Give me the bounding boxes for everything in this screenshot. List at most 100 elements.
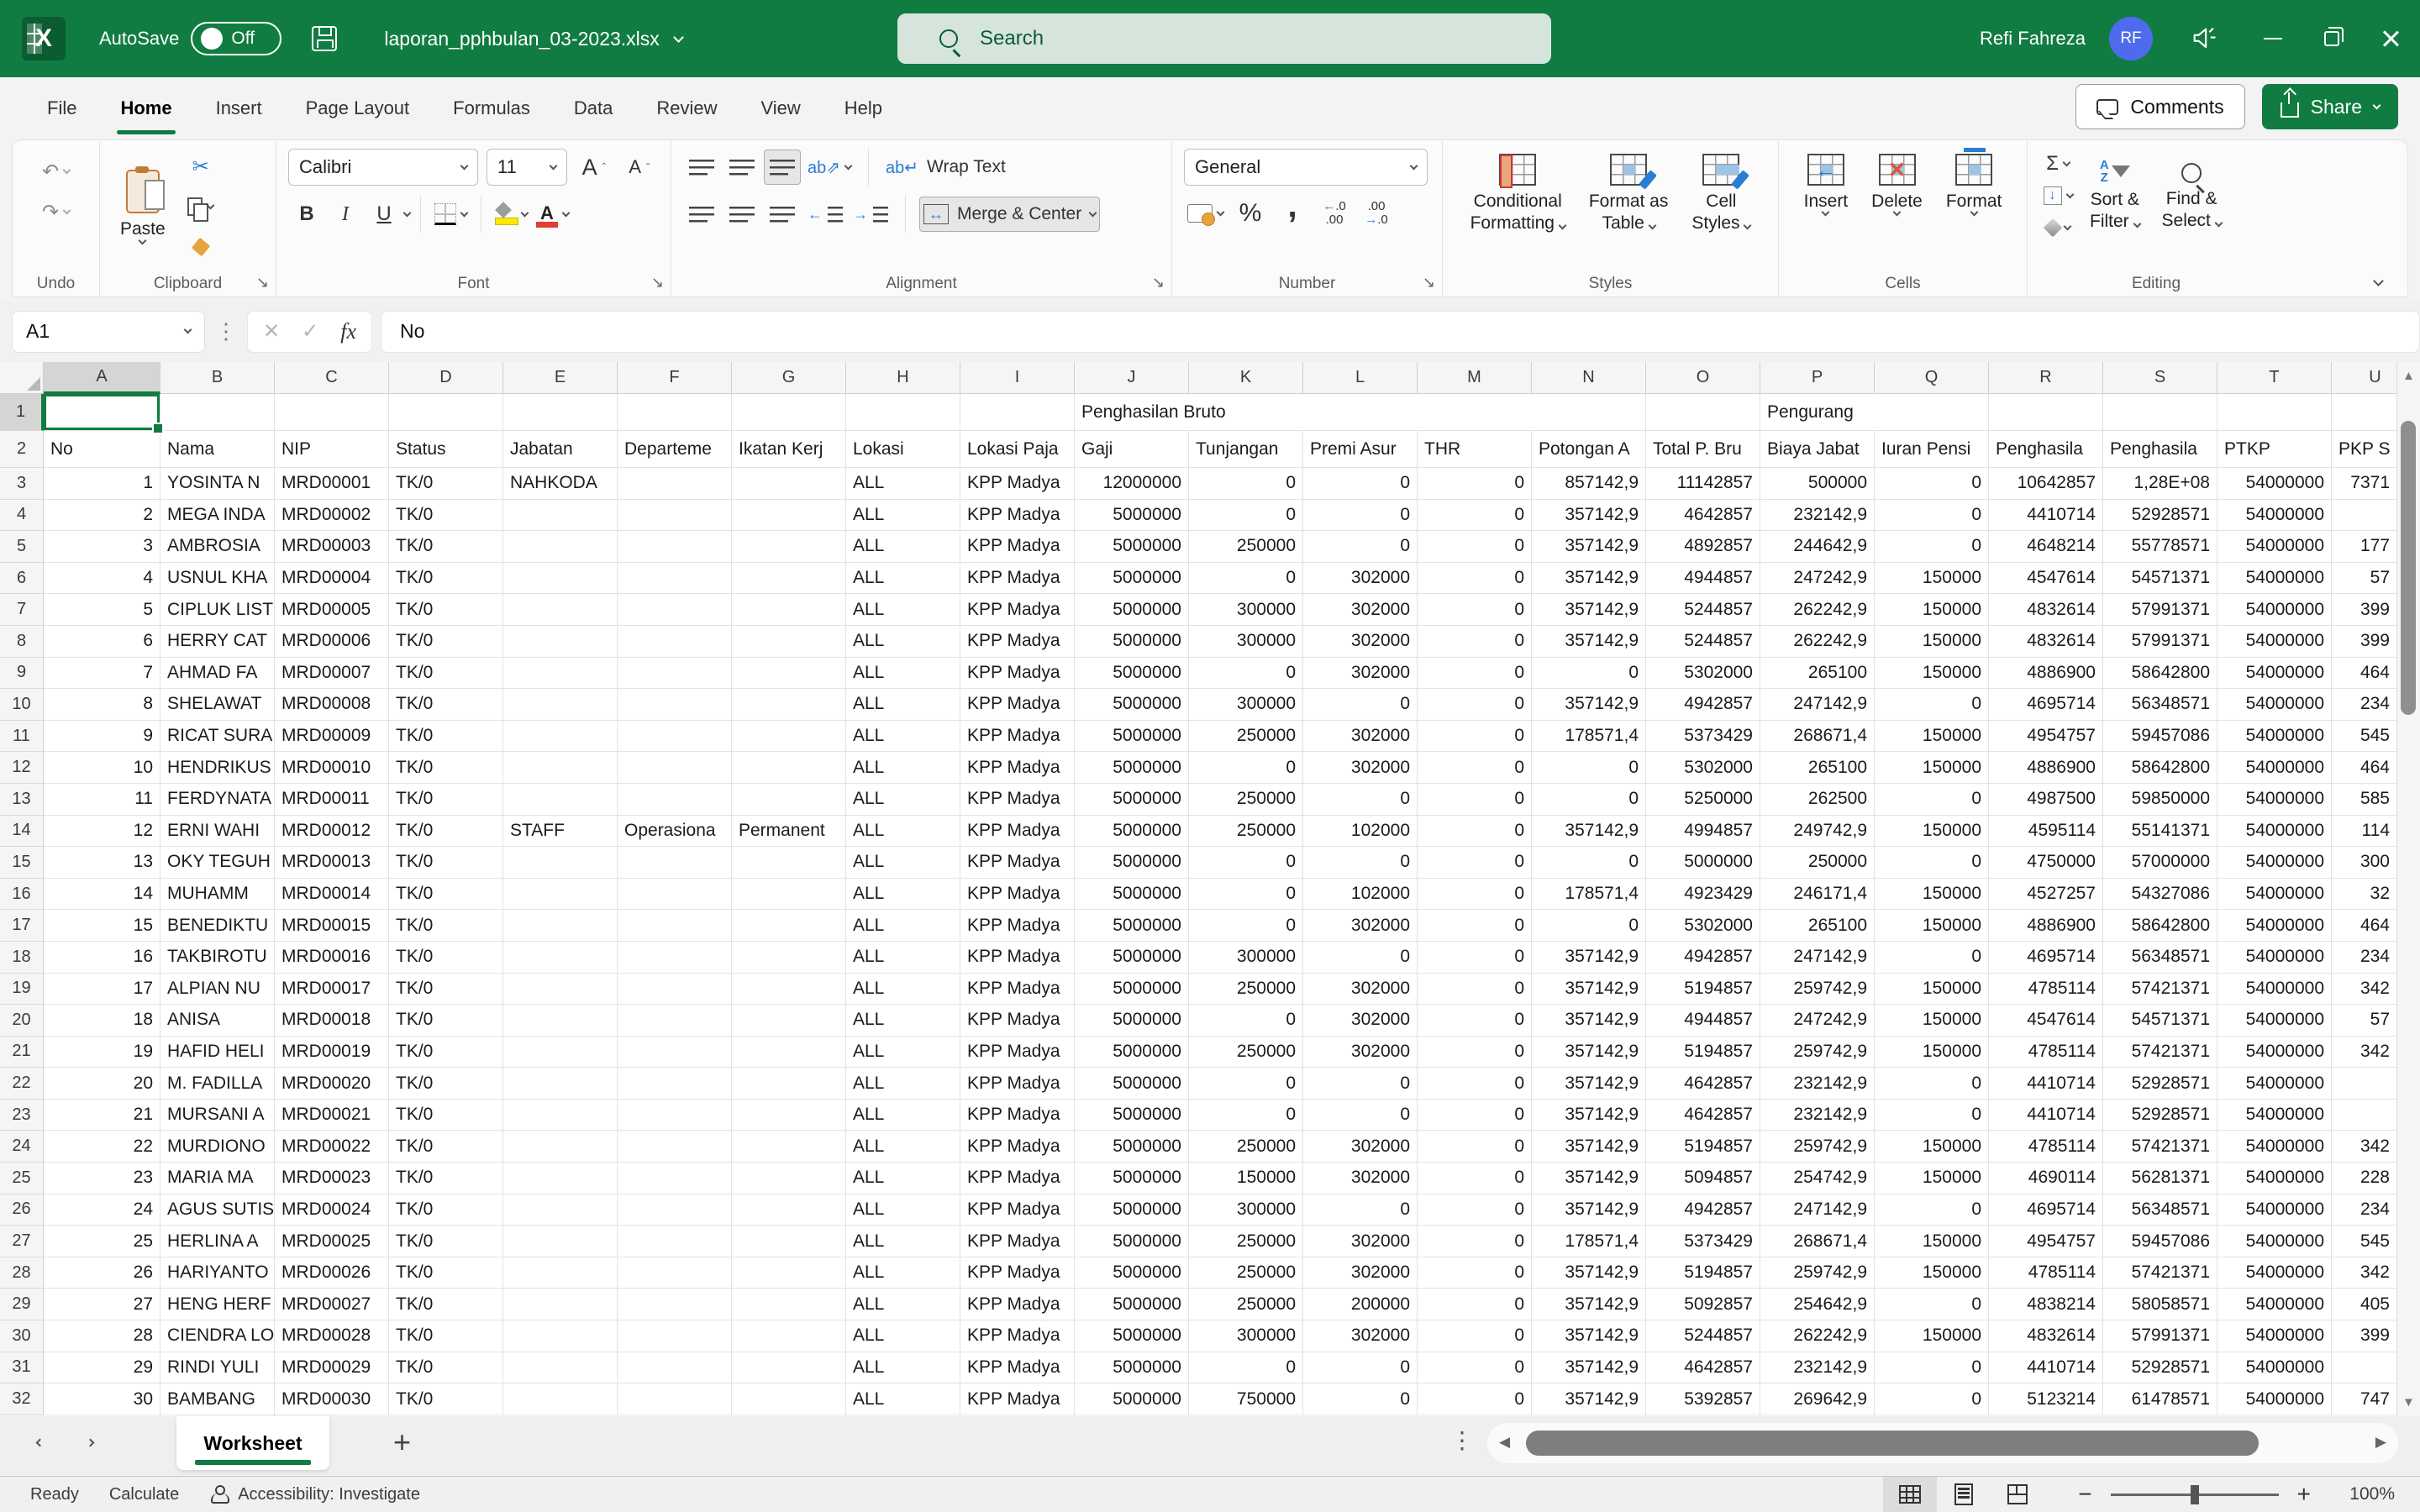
top-align-button[interactable] xyxy=(683,150,720,185)
underline-button[interactable]: U xyxy=(366,197,402,232)
fill-color-button[interactable] xyxy=(492,197,531,232)
cell-G6[interactable] xyxy=(732,563,846,595)
cell-R23[interactable]: 4410714 xyxy=(1989,1100,2103,1131)
cell-K4[interactable]: 0 xyxy=(1189,500,1303,532)
cell-L2[interactable]: Premi Asur xyxy=(1303,431,1418,468)
row-header-8[interactable]: 8 xyxy=(0,626,44,658)
cell-T12[interactable]: 54000000 xyxy=(2217,752,2332,784)
cell-M22[interactable]: 0 xyxy=(1418,1068,1532,1100)
cell-I21[interactable]: KPP Madya xyxy=(960,1037,1075,1068)
cell-G4[interactable] xyxy=(732,500,846,532)
row-header-22[interactable]: 22 xyxy=(0,1068,44,1100)
cell-S21[interactable]: 57421371 xyxy=(2103,1037,2217,1068)
cell-E2[interactable]: Jabatan xyxy=(503,431,618,468)
row-header-4[interactable]: 4 xyxy=(0,500,44,532)
cell-F23[interactable] xyxy=(618,1100,732,1131)
next-sheet-button[interactable] xyxy=(87,1431,93,1451)
cell-L18[interactable]: 0 xyxy=(1303,942,1418,974)
cell-M17[interactable]: 0 xyxy=(1418,910,1532,942)
cell-F29[interactable] xyxy=(618,1289,732,1320)
column-header-Q[interactable]: Q xyxy=(1875,362,1989,394)
cell-A13[interactable]: 11 xyxy=(44,784,160,816)
cell-Q28[interactable]: 150000 xyxy=(1875,1257,1989,1289)
cell-R31[interactable]: 4410714 xyxy=(1989,1352,2103,1384)
row-header-18[interactable]: 18 xyxy=(0,942,44,974)
cell-M19[interactable]: 0 xyxy=(1418,974,1532,1005)
cell-R2[interactable]: Penghasila xyxy=(1989,431,2103,468)
cell-E4[interactable] xyxy=(503,500,618,532)
tab-formulas[interactable]: Formulas xyxy=(431,77,552,139)
cell-E9[interactable] xyxy=(503,658,618,690)
merged-cell-J1[interactable]: Penghasilan Bruto xyxy=(1075,394,1646,431)
cell-B28[interactable]: HARIYANTO xyxy=(160,1257,275,1289)
dialog-launcher-icon[interactable]: ↘ xyxy=(1423,274,1435,291)
horizontal-scrollbar[interactable]: ◀ ▶ xyxy=(1487,1423,2398,1463)
cell-N16[interactable]: 178571,4 xyxy=(1532,879,1646,911)
cell-A30[interactable]: 28 xyxy=(44,1320,160,1352)
cell-R7[interactable]: 4832614 xyxy=(1989,594,2103,626)
cell-C3[interactable]: MRD00001 xyxy=(275,468,389,500)
scroll-left-icon[interactable]: ◀ xyxy=(1499,1434,1510,1451)
cell-H31[interactable]: ALL xyxy=(846,1352,960,1384)
column-header-G[interactable]: G xyxy=(732,362,846,394)
cell-J13[interactable]: 5000000 xyxy=(1075,784,1189,816)
cell-A17[interactable]: 15 xyxy=(44,910,160,942)
cell-S2[interactable]: Penghasila xyxy=(2103,431,2217,468)
tab-home[interactable]: Home xyxy=(98,77,193,139)
cell-O10[interactable]: 4942857 xyxy=(1646,689,1760,721)
cell-A15[interactable]: 13 xyxy=(44,847,160,879)
row-header-19[interactable]: 19 xyxy=(0,974,44,1005)
cell-G24[interactable] xyxy=(732,1131,846,1163)
cell-P8[interactable]: 262242,9 xyxy=(1760,626,1875,658)
cell-O4[interactable]: 4642857 xyxy=(1646,500,1760,532)
bold-button[interactable]: B xyxy=(288,197,325,232)
cell-N14[interactable]: 357142,9 xyxy=(1532,816,1646,848)
cell-H24[interactable]: ALL xyxy=(846,1131,960,1163)
cell-R20[interactable]: 4547614 xyxy=(1989,1005,2103,1037)
delete-cells-button[interactable]: ✕ Delete xyxy=(1863,149,1931,220)
cell-K2[interactable]: Tunjangan xyxy=(1189,431,1303,468)
cell-C7[interactable]: MRD00005 xyxy=(275,594,389,626)
cell-N12[interactable]: 0 xyxy=(1532,752,1646,784)
cell-F4[interactable] xyxy=(618,500,732,532)
cell-L5[interactable]: 0 xyxy=(1303,531,1418,563)
cell-C15[interactable]: MRD00013 xyxy=(275,847,389,879)
cell-Q6[interactable]: 150000 xyxy=(1875,563,1989,595)
cell-A20[interactable]: 18 xyxy=(44,1005,160,1037)
cell-P29[interactable]: 254642,9 xyxy=(1760,1289,1875,1320)
dialog-launcher-icon[interactable]: ↘ xyxy=(256,274,269,291)
cell-N28[interactable]: 357142,9 xyxy=(1532,1257,1646,1289)
column-header-S[interactable]: S xyxy=(2103,362,2217,394)
cell-B12[interactable]: HENDRIKUS xyxy=(160,752,275,784)
cell-Q32[interactable]: 0 xyxy=(1875,1383,1989,1415)
cell-I29[interactable]: KPP Madya xyxy=(960,1289,1075,1320)
cell-O13[interactable]: 5250000 xyxy=(1646,784,1760,816)
cell-H1[interactable] xyxy=(846,394,960,431)
cell-Q23[interactable]: 0 xyxy=(1875,1100,1989,1131)
cell-M23[interactable]: 0 xyxy=(1418,1100,1532,1131)
cell-O23[interactable]: 4642857 xyxy=(1646,1100,1760,1131)
clear-button[interactable] xyxy=(2039,213,2076,243)
cell-F31[interactable] xyxy=(618,1352,732,1384)
cell-T6[interactable]: 54000000 xyxy=(2217,563,2332,595)
cell-C23[interactable]: MRD00021 xyxy=(275,1100,389,1131)
cell-S26[interactable]: 56348571 xyxy=(2103,1194,2217,1226)
cell-L28[interactable]: 302000 xyxy=(1303,1257,1418,1289)
cell-C8[interactable]: MRD00006 xyxy=(275,626,389,658)
select-all-button[interactable] xyxy=(0,362,44,394)
cell-S25[interactable]: 56281371 xyxy=(2103,1163,2217,1194)
cell-O20[interactable]: 4944857 xyxy=(1646,1005,1760,1037)
cell-T30[interactable]: 54000000 xyxy=(2217,1320,2332,1352)
cell-H23[interactable]: ALL xyxy=(846,1100,960,1131)
cell-C17[interactable]: MRD00015 xyxy=(275,910,389,942)
accounting-format-button[interactable] xyxy=(1184,196,1227,231)
cell-I12[interactable]: KPP Madya xyxy=(960,752,1075,784)
cell-O12[interactable]: 5302000 xyxy=(1646,752,1760,784)
autosum-button[interactable]: Σ xyxy=(2039,149,2076,179)
save-icon[interactable] xyxy=(312,26,337,51)
cell-R6[interactable]: 4547614 xyxy=(1989,563,2103,595)
cell-O15[interactable]: 5000000 xyxy=(1646,847,1760,879)
cell-N5[interactable]: 357142,9 xyxy=(1532,531,1646,563)
cell-F12[interactable] xyxy=(618,752,732,784)
cell-M29[interactable]: 0 xyxy=(1418,1289,1532,1320)
